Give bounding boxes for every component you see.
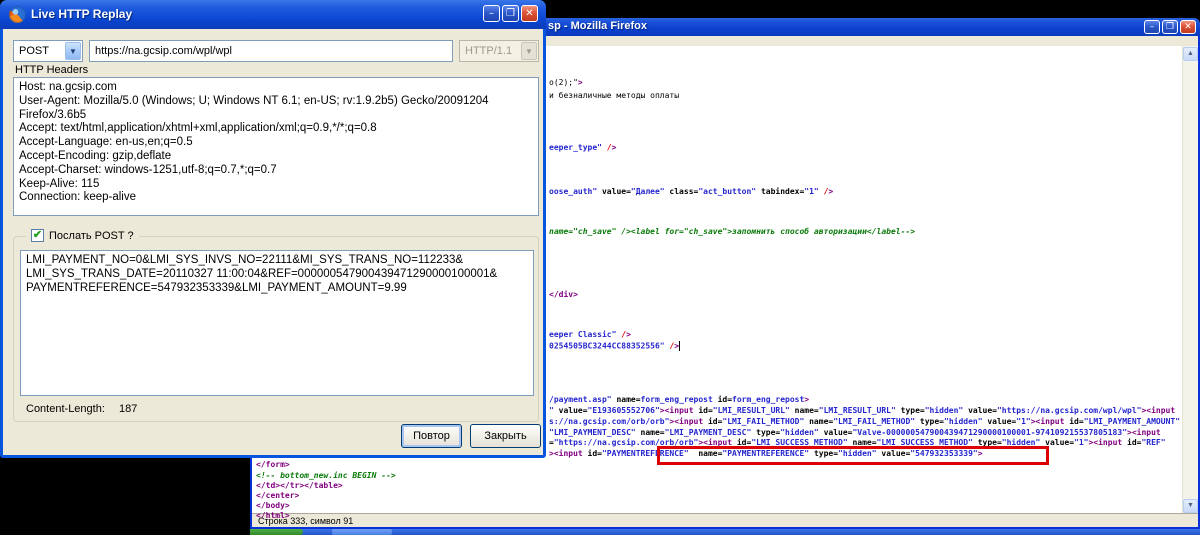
taskbar[interactable] [250, 529, 1200, 535]
replay-button[interactable]: Повтор [401, 424, 462, 448]
method-value: POST [19, 45, 49, 57]
dialog-titlebar[interactable]: Live HTTP Replay – ❐ ✕ [0, 0, 546, 29]
send-post-checkbox[interactable]: ✔ [31, 229, 44, 242]
url-input[interactable] [89, 40, 453, 62]
headers-textarea[interactable] [13, 77, 539, 216]
maximize-icon[interactable]: ❐ [502, 5, 519, 22]
http-headers-label: HTTP Headers [15, 64, 88, 76]
screen: { "dialog": { "title": "Live HTTP Replay… [0, 0, 1200, 535]
http-version-select: HTTP/1.1 ▼ [459, 40, 539, 62]
close-icon[interactable]: ✕ [521, 5, 538, 22]
live-http-replay-dialog: Live HTTP Replay – ❐ ✕ POST ▼ HTTP/1.1 ▼… [0, 0, 546, 458]
method-select[interactable]: POST ▼ [13, 40, 83, 62]
content-length-label: Content-Length: [26, 403, 105, 415]
minimize-icon[interactable]: – [483, 5, 500, 22]
content-length-value: 187 [119, 403, 137, 415]
scroll-up-icon[interactable]: ▲ [1183, 47, 1198, 61]
content-length-row: Content-Length: 187 [26, 403, 105, 415]
firefox-icon [9, 6, 26, 23]
status-text: Строка 333, символ 91 [258, 516, 353, 526]
http-version-value: HTTP/1.1 [465, 45, 512, 57]
dialog-title: Live HTTP Replay [31, 7, 132, 21]
firefox-window-title: sp - Mozilla Firefox [548, 20, 647, 32]
restore-icon[interactable]: ❐ [1162, 20, 1178, 34]
start-button[interactable] [250, 529, 303, 535]
chevron-down-icon[interactable]: ▼ [65, 42, 81, 60]
send-post-label: Послать POST ? [49, 230, 134, 242]
close-icon[interactable]: ✕ [1180, 20, 1196, 34]
scroll-down-icon[interactable]: ▼ [1183, 499, 1198, 513]
chevron-down-icon: ▼ [521, 42, 537, 60]
vertical-scrollbar[interactable]: ▲ ▼ [1182, 46, 1198, 514]
minimize-icon[interactable]: – [1144, 20, 1160, 34]
status-bar: Строка 333, символ 91 [252, 513, 1198, 527]
post-body-textarea[interactable] [20, 250, 534, 396]
close-button[interactable]: Закрыть [470, 424, 541, 448]
post-groupbox: ✔ Послать POST ? Content-Length: 187 [13, 236, 539, 422]
taskbar-item[interactable] [332, 529, 392, 535]
